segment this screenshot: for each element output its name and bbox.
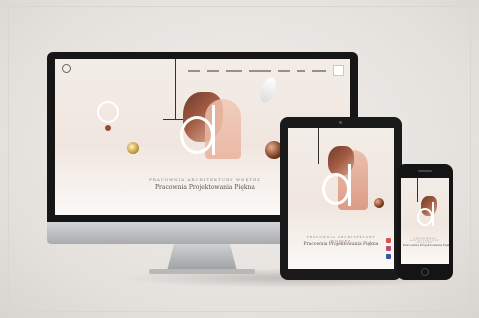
camera-icon bbox=[339, 121, 342, 124]
pendant-line-decoration bbox=[318, 128, 319, 164]
nav-item[interactable] bbox=[188, 69, 200, 72]
instagram-icon[interactable] bbox=[386, 246, 391, 251]
brand-a-ring-decoration bbox=[180, 116, 214, 154]
pendant-line-decoration bbox=[417, 178, 418, 202]
nav-item[interactable] bbox=[207, 69, 219, 72]
menu-toggle-button[interactable] bbox=[333, 65, 344, 76]
desktop-tagline: PRACOWNIA ARCHITEKTURY WNĘTRZ bbox=[149, 177, 261, 182]
phone-title: Pracownia Projektowania Piękna bbox=[403, 243, 449, 247]
tablet-screen: PRACOWNIA ARCHITEKTURY WNĘTRZ Pracownia … bbox=[288, 128, 394, 269]
mockup-stage: PRACOWNIA ARCHITEKTURY WNĘTRZ Pracownia … bbox=[0, 0, 479, 318]
brand-a-stem-decoration bbox=[348, 164, 351, 206]
nav-item[interactable] bbox=[249, 69, 271, 72]
facebook-icon[interactable] bbox=[386, 254, 391, 259]
bronze-sphere-decoration bbox=[374, 198, 384, 208]
monitor-stand bbox=[167, 244, 237, 271]
brand-a-stem-decoration bbox=[432, 202, 434, 226]
gold-sphere-decoration bbox=[127, 142, 139, 154]
brand-a-ring-decoration bbox=[322, 173, 350, 205]
speaker-icon bbox=[418, 170, 432, 172]
tablet-device: PRACOWNIA ARCHITEKTURY WNĘTRZ Pracownia … bbox=[280, 117, 402, 280]
desktop-title: Pracownia Projektowania Piękna bbox=[154, 184, 255, 191]
pendant-line-decoration bbox=[175, 59, 176, 119]
desktop-nav bbox=[188, 65, 344, 76]
phone-device: PRACOWNIA ARCHITEKTURY WNĘTRZ Pracownia … bbox=[397, 164, 453, 280]
brand-a-ring-decoration bbox=[417, 208, 433, 226]
crescent-decoration bbox=[256, 75, 280, 105]
nav-item[interactable] bbox=[226, 69, 242, 72]
site-logo-icon[interactable] bbox=[62, 64, 71, 73]
brand-a-stem-decoration bbox=[212, 105, 215, 155]
phone-screen: PRACOWNIA ARCHITEKTURY WNĘTRZ Pracownia … bbox=[401, 178, 449, 264]
white-ring-decoration bbox=[97, 101, 119, 123]
nav-item[interactable] bbox=[312, 69, 326, 72]
monitor-foot bbox=[149, 269, 255, 274]
youtube-icon[interactable] bbox=[386, 238, 391, 243]
copper-dot-decoration bbox=[105, 125, 111, 131]
tablet-title: Pracownia Projektowania Piękna bbox=[303, 242, 379, 247]
nav-item[interactable] bbox=[297, 69, 305, 72]
nav-item[interactable] bbox=[278, 69, 290, 72]
home-button[interactable] bbox=[421, 268, 429, 276]
